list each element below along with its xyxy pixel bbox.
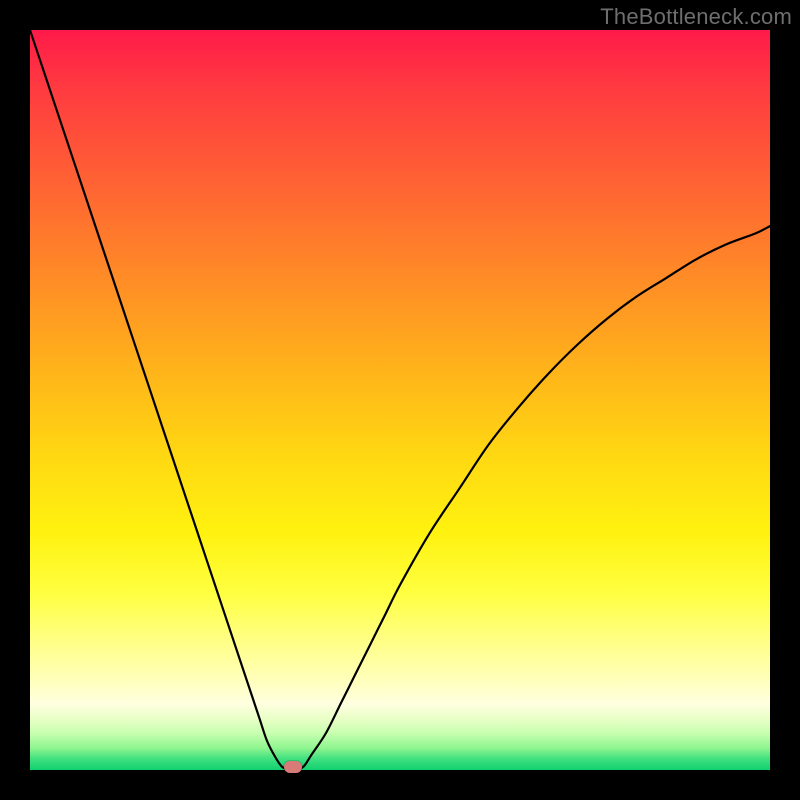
watermark-text: TheBottleneck.com	[600, 4, 792, 30]
chart-frame: TheBottleneck.com	[0, 0, 800, 800]
optimum-marker	[284, 761, 302, 773]
plot-background-gradient	[30, 30, 770, 770]
